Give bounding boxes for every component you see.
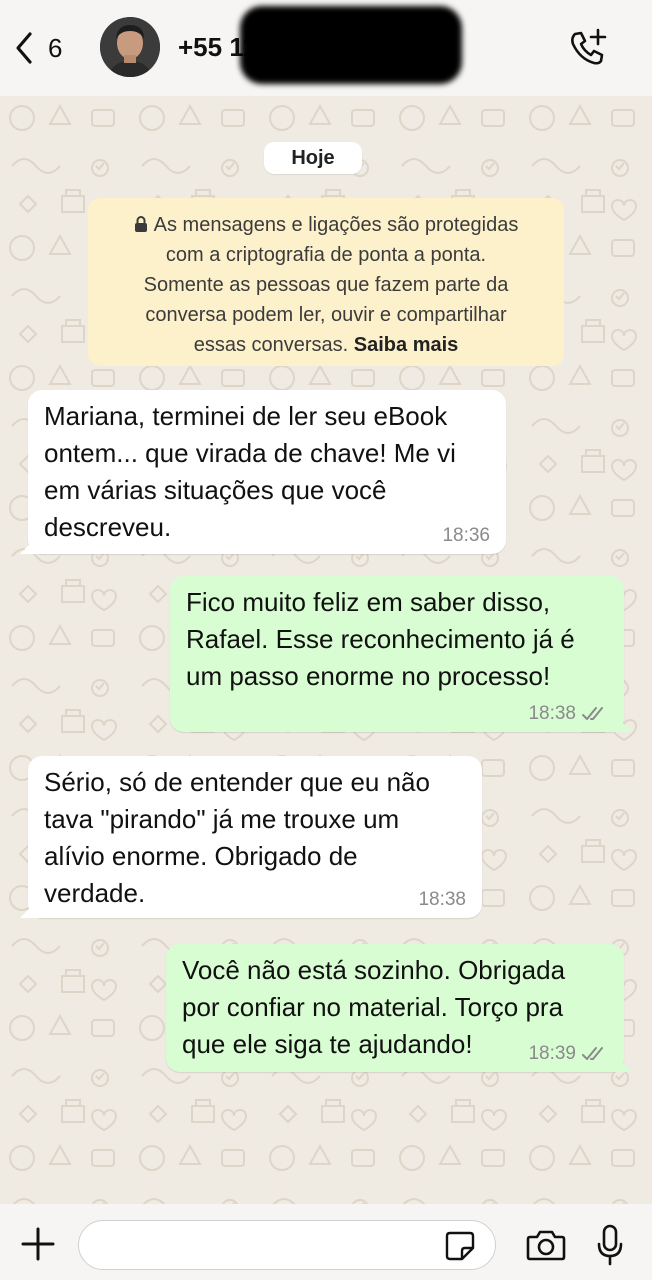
camera-icon[interactable] [526, 1228, 566, 1262]
encryption-line-5: essas conversas. Saiba mais [108, 330, 544, 360]
date-separator: Hoje [264, 142, 362, 174]
message-text-line: Sério, só de entender que eu não [44, 767, 430, 797]
message-meta: 18:38 [418, 890, 466, 910]
encryption-line-1: As mensagens e ligações são protegidas [108, 210, 544, 240]
message-text-line: ontem... que virada de chave! Me vi [44, 438, 456, 468]
message-text-line: em várias situações que você [44, 475, 387, 505]
message-outgoing[interactable]: Você não está sozinho. Obrigada por conf… [166, 944, 624, 1072]
encryption-line-2: com a criptografia de ponta a ponta. [165, 244, 487, 266]
message-text-line: Rafael. Esse reconhecimento já é [186, 624, 575, 654]
message-text-line: tava "pirando" já me trouxe um [44, 804, 400, 834]
chat-header: 6 +55 11 [0, 0, 652, 96]
lock-icon [134, 216, 147, 232]
message-outgoing[interactable]: Fico muito feliz em saber disso, Rafael.… [170, 576, 624, 732]
message-incoming[interactable]: Sério, só de entender que eu não tava "p… [28, 756, 482, 918]
message-text-line: verdade. [44, 878, 146, 908]
message-time: 18:39 [528, 1043, 576, 1064]
message-meta: 18:38 [528, 704, 608, 724]
message-text-line: por confiar no material. Torço pra [182, 992, 564, 1022]
read-receipt-icon [582, 707, 603, 720]
plus-icon[interactable] [20, 1226, 56, 1262]
message-text-line: Fico muito feliz em saber disso, [186, 587, 551, 617]
encryption-text: essas conversas. [193, 334, 349, 356]
message-text-line: Mariana, terminei de ler seu eBook [44, 401, 448, 431]
message-incoming[interactable]: Mariana, terminei de ler seu eBook ontem… [28, 390, 506, 554]
encryption-line-4: conversa podem ler, ouvir e compartilhar [145, 304, 507, 326]
chat-area[interactable]: Hoje As mensagens e ligações são protegi… [0, 96, 652, 1204]
back-button[interactable]: 6 [12, 28, 62, 68]
message-meta: 18:39 [528, 1044, 608, 1064]
read-receipt-icon [582, 1047, 603, 1060]
redacted-area [240, 6, 462, 84]
message-text-line: descreveu. [44, 512, 172, 542]
chevron-left-icon [16, 32, 32, 64]
message-time: 18:38 [528, 703, 576, 724]
unread-count: 6 [48, 32, 63, 63]
message-meta: 18:36 [442, 526, 490, 546]
message-text-line: Você não está sozinho. Obrigada [182, 955, 566, 985]
encryption-notice[interactable]: As mensagens e ligações são protegidas c… [88, 198, 564, 366]
message-input[interactable] [78, 1220, 496, 1270]
avatar[interactable] [100, 17, 160, 77]
composer-bar [0, 1204, 652, 1280]
sticker-icon[interactable] [444, 1230, 476, 1262]
message-time: 18:36 [442, 525, 490, 546]
message-text-line: um passo enorme no processo! [186, 661, 551, 691]
message-time: 18:38 [418, 889, 466, 910]
encryption-line-3: Somente as pessoas que fazem parte da [143, 274, 509, 296]
microphone-icon[interactable] [596, 1224, 624, 1266]
message-text-line: alívio enorme. Obrigado de [44, 841, 358, 871]
learn-more-link[interactable]: Saiba mais [354, 334, 459, 356]
encryption-text: As mensagens e ligações são protegidas [153, 214, 519, 236]
call-add-icon[interactable] [566, 26, 610, 70]
